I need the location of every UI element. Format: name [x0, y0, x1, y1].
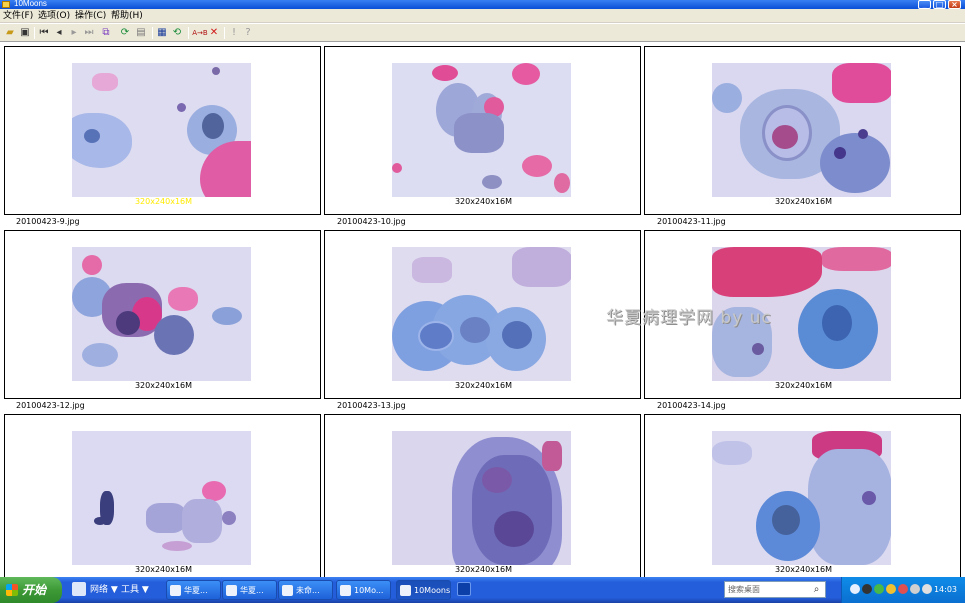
window-title: 10Moons [14, 0, 47, 8]
quicklaunch-icon[interactable] [72, 582, 86, 596]
thumbnail-dimensions: 320x240x16M [134, 197, 193, 206]
volume-icon[interactable] [862, 584, 872, 594]
windows-logo-icon [6, 584, 18, 596]
thumbnail-cell[interactable]: 320x240x16M [324, 414, 641, 577]
taskbar-task[interactable]: 10Mo... [336, 580, 391, 600]
taskbar-task[interactable]: 未命... [278, 580, 333, 600]
thumbnail-dimensions: 320x240x16M [134, 381, 193, 390]
desktop-search-input[interactable]: 搜索桌面 ⌕ [724, 581, 826, 598]
window-icon [170, 585, 181, 596]
thumbnail-dimensions: 320x240x16M [454, 565, 513, 574]
app-icon [400, 585, 411, 596]
window-icon [226, 585, 237, 596]
info-icon[interactable]: ! [228, 27, 240, 39]
thumbnail-dimensions: 320x240x16M [774, 381, 833, 390]
thumbnail-filename: 20100423-10.jpg [337, 217, 406, 226]
tray-icon[interactable] [910, 584, 920, 594]
taskbar-task-active[interactable]: 10Moons [396, 580, 451, 600]
thumbnail-cell[interactable]: 320x240x16M [644, 414, 961, 577]
maximize-button[interactable]: □ [933, 0, 946, 9]
minimize-button[interactable]: _ [918, 0, 931, 9]
thumbnail-image[interactable] [72, 431, 251, 565]
app-icon [340, 585, 351, 596]
thumbnail-cell[interactable]: 320x240x16M [324, 230, 641, 399]
open-folder-icon[interactable]: ▰ [4, 27, 16, 39]
thumbnail-image[interactable] [392, 247, 571, 381]
thumbnail-filename: 20100423-11.jpg [657, 217, 726, 226]
clock: 14:03 [933, 585, 957, 594]
refresh-icon[interactable]: ⟳ [119, 27, 131, 39]
thumbnail-filename: 20100423-13.jpg [337, 401, 406, 410]
tray-icon[interactable] [922, 584, 932, 594]
last-icon[interactable]: ⏭ [83, 27, 95, 39]
taskbar-task[interactable]: 华夏... [166, 580, 221, 600]
thumbnail-image[interactable] [72, 63, 251, 197]
next-icon[interactable]: ▸ [68, 27, 80, 39]
title-bar[interactable]: 10Moons _ □ × [0, 0, 965, 9]
watermark: 华夏病理学网 by uc [606, 308, 772, 328]
thumbnail-dimensions: 320x240x16M [774, 565, 833, 574]
search-icon[interactable]: ⌕ [810, 583, 823, 596]
delete-icon[interactable]: ✕ [208, 27, 220, 39]
menu-bar: 文件(F) 选项(O) 操作(C) 帮助(H) [0, 9, 965, 23]
menu-file[interactable]: 文件(F) [3, 11, 33, 22]
help-tray-icon[interactable] [850, 584, 860, 594]
keyboard-icon[interactable] [457, 582, 471, 596]
thumbnail-cell[interactable]: 320x240x16M [324, 46, 641, 215]
app-window: 10Moons _ □ × 文件(F) 选项(O) 操作(C) 帮助(H) ▰ … [0, 0, 965, 577]
taskbar-menu-tools[interactable]: 工具 ▼ [121, 580, 149, 600]
taskbar-menu-network[interactable]: 网络 ▼ [90, 580, 118, 600]
toolbar: ▰ ▣ ⏮ ◂ ▸ ⏭ ⧉ ⟳ ▤ ▦ ⟲ A→B ✕ ! ? [0, 24, 965, 42]
close-button[interactable]: × [948, 0, 961, 9]
thumbnail-dimensions: 320x240x16M [454, 197, 513, 206]
toolbar-separator [188, 27, 189, 39]
paint-icon [282, 585, 293, 596]
toolbar-separator [152, 27, 153, 39]
scan-icon[interactable]: ▤ [135, 27, 147, 39]
thumbnail-filename: 20100423-12.jpg [16, 401, 85, 410]
thumbnail-dimensions: 320x240x16M [454, 381, 513, 390]
thumbnail-cell[interactable]: 320x240x16M [4, 414, 321, 577]
menu-operations[interactable]: 操作(C) [75, 11, 106, 22]
thumbnail-image[interactable] [392, 431, 571, 565]
menu-help[interactable]: 帮助(H) [111, 11, 143, 22]
thumbnail-filename: 20100423-9.jpg [16, 217, 80, 226]
thumbnail-cell[interactable]: 320x240x16M [644, 46, 961, 215]
thumbnail-grid: 320x240x16M 20100423-9.jpg 320x240x16M 2… [0, 44, 965, 577]
rename-icon[interactable]: A→B [192, 27, 208, 39]
convert-icon[interactable]: ⟲ [171, 27, 183, 39]
menu-options[interactable]: 选项(O) [38, 11, 70, 22]
thumbnail-image[interactable] [712, 431, 891, 565]
toolbar-separator [224, 27, 225, 39]
thumbnail-image[interactable] [712, 63, 891, 197]
app-icon [2, 1, 10, 8]
thumbnail-cell[interactable]: 320x240x16M [4, 46, 321, 215]
slideshow-icon[interactable]: ▦ [156, 27, 168, 39]
thumbnail-image[interactable] [392, 63, 571, 197]
thumbnail-cell[interactable]: 320x240x16M [4, 230, 321, 399]
help-icon[interactable]: ? [242, 27, 254, 39]
save-icon[interactable]: ▣ [19, 27, 31, 39]
thumbnail-dimensions: 320x240x16M [134, 565, 193, 574]
first-icon[interactable]: ⏮ [38, 27, 50, 39]
prev-icon[interactable]: ◂ [53, 27, 65, 39]
system-tray: 14:03 [841, 577, 965, 603]
taskbar-task[interactable]: 华夏... [222, 580, 277, 600]
copy-icon[interactable]: ⧉ [100, 27, 112, 39]
start-label: 开始 [22, 583, 47, 597]
thumbnail-dimensions: 320x240x16M [774, 197, 833, 206]
taskbar: 开始 网络 ▼ 工具 ▼ 华夏... 华夏... 未命... 10Mo... 1… [0, 577, 965, 603]
thumbnail-filename: 20100423-14.jpg [657, 401, 726, 410]
network-icon[interactable] [886, 584, 896, 594]
start-button[interactable]: 开始 [0, 577, 62, 603]
security-icon[interactable] [874, 584, 884, 594]
antivirus-icon[interactable] [898, 584, 908, 594]
thumbnail-image[interactable] [72, 247, 251, 381]
toolbar-separator [34, 27, 35, 39]
